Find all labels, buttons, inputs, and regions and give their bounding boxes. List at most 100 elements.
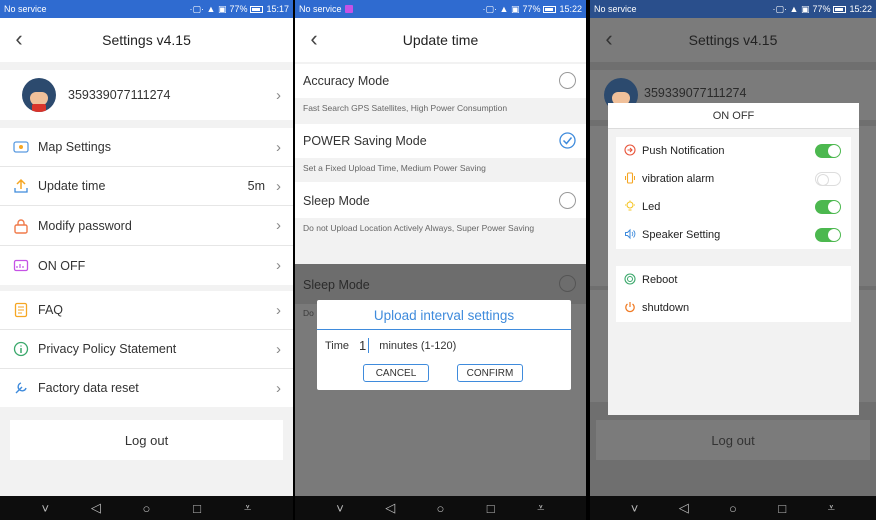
shutdown-button[interactable]: shutdown bbox=[616, 294, 851, 322]
vibration-alarm-toggle[interactable] bbox=[815, 172, 841, 186]
back-arrow-icon: ‹ bbox=[605, 26, 613, 51]
settings-item-on-off[interactable]: ON OFF › bbox=[0, 246, 293, 285]
toggle-row-speaker: Speaker Setting bbox=[616, 221, 851, 249]
settings-item-modify-password[interactable]: Modify password › bbox=[0, 206, 293, 245]
back-arrow-icon[interactable]: ‹ bbox=[303, 26, 325, 52]
mode-name: POWER Saving Mode bbox=[303, 134, 427, 148]
cancel-button[interactable]: CANCEL bbox=[363, 364, 429, 382]
signal-icons: ·▢· ▲ ▣ bbox=[482, 3, 520, 14]
settings-item-label: ON OFF bbox=[38, 258, 86, 273]
toggle-label: Led bbox=[642, 201, 661, 213]
android-nav-bar: ˅ ◁ ○ □ ⩡ bbox=[590, 496, 876, 520]
mode-sleep[interactable]: Sleep Mode bbox=[295, 182, 586, 218]
clock: 15:22 bbox=[559, 4, 582, 14]
mode-description: Fast Search GPS Satellites, High Power C… bbox=[295, 98, 586, 118]
chevron-down-icon[interactable]: ˅ bbox=[625, 501, 645, 516]
update-time-screen: No service ·▢· ▲ ▣ 77% 15:22 ‹ Update ti… bbox=[295, 0, 586, 520]
push-notification-toggle[interactable] bbox=[815, 144, 841, 158]
sheet-title: ON OFF bbox=[608, 103, 859, 129]
back-icon[interactable]: ◁ bbox=[674, 500, 694, 516]
notification-pull-icon[interactable]: ⩡ bbox=[531, 500, 551, 516]
settings-item-factory-reset[interactable]: Factory data reset › bbox=[0, 369, 293, 407]
upload-interval-dialog: Upload interval settings Time 1 minutes … bbox=[317, 300, 571, 390]
dimmed-mode-row: Sleep Mode bbox=[295, 264, 586, 304]
home-icon[interactable]: ○ bbox=[136, 501, 156, 516]
radio-unchecked-icon[interactable] bbox=[559, 192, 576, 209]
home-icon[interactable]: ○ bbox=[723, 501, 743, 516]
clock: 15:17 bbox=[266, 4, 289, 14]
radio-unchecked-icon[interactable] bbox=[559, 72, 576, 89]
device-id: 359339077111274 bbox=[644, 86, 747, 100]
settings-item-privacy-policy[interactable]: Privacy Policy Statement › bbox=[0, 330, 293, 368]
battery-percent: 77% bbox=[812, 4, 831, 14]
check-circle-icon[interactable] bbox=[559, 132, 576, 153]
back-icon[interactable]: ◁ bbox=[380, 500, 400, 516]
mode-description: Set a Fixed Upload Time, Medium Power Sa… bbox=[295, 158, 586, 178]
android-nav-bar: ˅ ◁ ○ □ ⩡ bbox=[0, 496, 293, 520]
led-toggle[interactable] bbox=[815, 200, 841, 214]
mode-name: Sleep Mode bbox=[303, 194, 370, 208]
time-input[interactable]: 1 bbox=[359, 338, 370, 353]
device-row[interactable]: 359339077111274 › bbox=[0, 70, 293, 120]
on-off-screen: No service ·▢· ▲ ▣ 77% 15:22 ‹ Settings … bbox=[590, 0, 876, 520]
on-off-sheet: ON OFF Push Notification vibration alarm bbox=[608, 103, 859, 415]
clock: 15:22 bbox=[849, 4, 872, 14]
logout-button[interactable]: Log out bbox=[10, 420, 283, 460]
settings-item-update-time[interactable]: Update time 5m › bbox=[0, 167, 293, 205]
toggle-row-push-notification: Push Notification bbox=[616, 137, 851, 165]
battery-percent: 77% bbox=[522, 4, 541, 14]
reset-icon bbox=[12, 379, 30, 397]
screenshot-collage: No service ·▢· ▲ ▣ 77% 15:17 ‹ Settings … bbox=[0, 0, 876, 520]
chevron-right-icon: › bbox=[276, 217, 281, 234]
speaker-setting-toggle[interactable] bbox=[815, 228, 841, 242]
power-icon bbox=[624, 301, 638, 316]
time-input-row: Time 1 minutes (1-120) bbox=[325, 338, 456, 353]
settings-item-label: Update time bbox=[38, 179, 106, 193]
reboot-icon bbox=[624, 272, 638, 288]
chevron-down-icon[interactable]: ˅ bbox=[330, 501, 350, 516]
time-label: Time bbox=[325, 339, 350, 352]
confirm-button[interactable]: CONFIRM bbox=[457, 364, 523, 382]
home-icon[interactable]: ○ bbox=[430, 501, 450, 516]
back-arrow-icon[interactable]: ‹ bbox=[8, 26, 30, 52]
info-icon bbox=[12, 340, 30, 358]
toggle-label: Speaker Setting bbox=[642, 229, 721, 241]
status-bar: No service ·▢· ▲ ▣ 77% 15:22 bbox=[295, 0, 586, 18]
led-icon bbox=[624, 200, 638, 215]
vibration-icon bbox=[624, 171, 638, 187]
recents-icon[interactable]: □ bbox=[187, 501, 207, 516]
chevron-right-icon: › bbox=[276, 257, 281, 274]
status-bar: No service ·▢· ▲ ▣ 77% 15:22 bbox=[590, 0, 876, 18]
recents-icon[interactable]: □ bbox=[772, 501, 792, 516]
settings-item-faq[interactable]: FAQ › bbox=[0, 291, 293, 329]
title-bar: ‹ Update time bbox=[295, 18, 586, 62]
settings-item-label: Modify password bbox=[38, 218, 132, 233]
mode-power-saving[interactable]: POWER Saving Mode bbox=[295, 124, 586, 158]
toggle-label: Push Notification bbox=[642, 145, 725, 157]
device-id: 359339077111274 bbox=[68, 88, 171, 102]
android-nav-bar: ˅ ◁ ○ □ ⩡ bbox=[295, 496, 586, 520]
battery-icon bbox=[833, 5, 847, 13]
battery-icon bbox=[250, 5, 264, 13]
back-icon[interactable]: ◁ bbox=[86, 500, 106, 516]
reboot-button[interactable]: Reboot bbox=[616, 266, 851, 294]
status-bar: No service ·▢· ▲ ▣ 77% 15:17 bbox=[0, 0, 293, 18]
notification-pull-icon[interactable]: ⩡ bbox=[821, 500, 841, 516]
settings-item-map-settings[interactable]: Map Settings › bbox=[0, 128, 293, 166]
signal-icons: ·▢· ▲ ▣ bbox=[772, 3, 810, 14]
chevron-right-icon: › bbox=[276, 379, 281, 397]
lock-icon bbox=[12, 217, 30, 235]
dimmed-mode-name: Sleep Mode bbox=[303, 278, 370, 292]
sim-icon bbox=[344, 5, 353, 13]
carrier-label: No service bbox=[4, 4, 47, 14]
recents-icon[interactable]: □ bbox=[481, 501, 501, 516]
avatar bbox=[22, 78, 56, 112]
mode-name: Accuracy Mode bbox=[303, 74, 390, 88]
mode-accuracy[interactable]: Accuracy Mode bbox=[295, 64, 586, 98]
carrier-label: No service bbox=[594, 4, 637, 14]
notification-pull-icon[interactable]: ⩡ bbox=[238, 500, 258, 516]
chevron-right-icon: › bbox=[276, 340, 281, 358]
chevron-right-icon: › bbox=[276, 177, 281, 195]
monitor-icon bbox=[12, 257, 30, 275]
chevron-down-icon[interactable]: ˅ bbox=[35, 501, 55, 516]
